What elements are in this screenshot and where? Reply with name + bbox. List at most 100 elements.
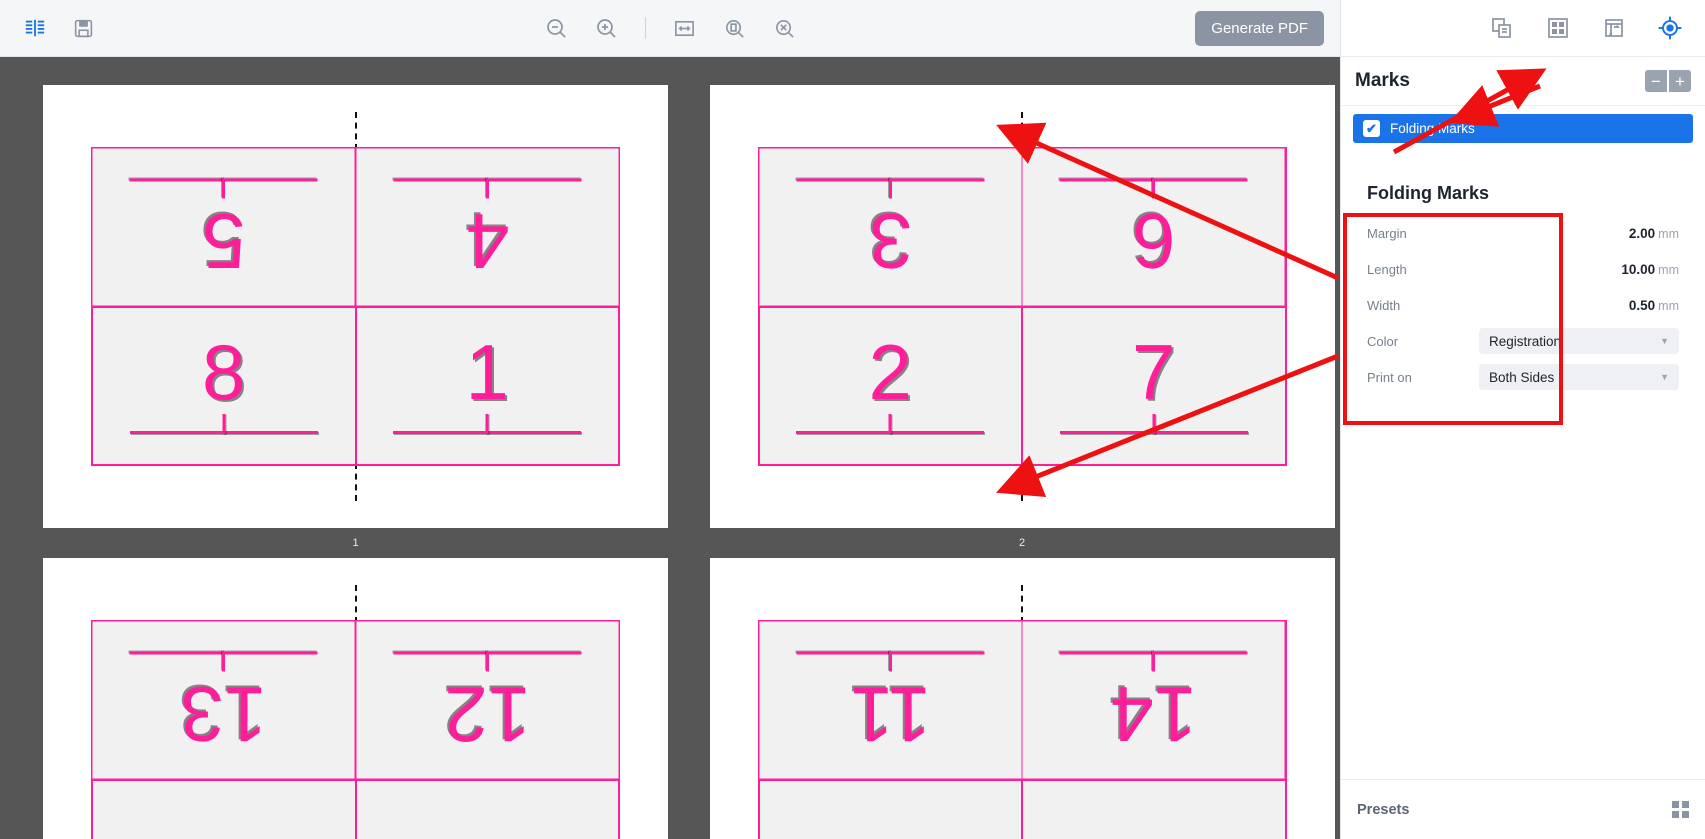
width-value: 0.50 xyxy=(1628,297,1656,313)
print-on-select-value: Both Sides xyxy=(1489,369,1555,385)
tab-marks[interactable] xyxy=(1653,11,1687,45)
zoom-out-icon[interactable] xyxy=(539,11,573,45)
imposition-cell[interactable] xyxy=(759,780,1021,839)
zoom-reset-icon[interactable] xyxy=(768,11,802,45)
toolbar-right-group: Generate PDF xyxy=(1195,10,1340,46)
fit-page-icon[interactable] xyxy=(718,11,752,45)
presets-bar[interactable]: Presets xyxy=(1341,779,1705,839)
marks-list: ✔ Folding Marks xyxy=(1341,106,1705,143)
property-row-margin: Margin 2.00 mm xyxy=(1367,218,1679,248)
page-title: Marks xyxy=(1355,70,1410,91)
sheet[interactable]: 3 6 2 7 xyxy=(709,85,1335,528)
marks-panel-header: Marks − + xyxy=(1341,57,1705,106)
sheet[interactable]: 5 4 8 1 xyxy=(43,85,668,528)
page-number-artwork: 3 xyxy=(868,197,912,286)
property-label-width: Width xyxy=(1367,297,1401,313)
generate-pdf-button[interactable]: Generate PDF xyxy=(1195,10,1324,46)
property-value-margin[interactable]: 2.00 mm xyxy=(1629,226,1679,241)
artwork-tick xyxy=(888,179,892,199)
imposition-cell[interactable]: 11 xyxy=(759,622,1021,779)
page-number-artwork: 14 xyxy=(1110,670,1198,759)
imposition-cells: 5 4 8 1 xyxy=(91,147,620,466)
property-label-margin: Margin xyxy=(1367,225,1407,241)
margin-value: 2.00 xyxy=(1628,225,1656,241)
sheet-wrapper: 5 4 8 1 1 xyxy=(28,85,683,558)
imposition-canvas[interactable]: 5 4 8 1 1 3 6 2 7 2 13 12 11 14 xyxy=(0,57,1340,839)
artwork-tick xyxy=(1152,179,1156,199)
property-row-width: Width 0.50 mm xyxy=(1367,290,1679,320)
print-on-select[interactable]: Both Sides ▼ xyxy=(1479,364,1679,390)
folding-mark-top xyxy=(354,112,357,150)
right-panel: Marks − + ✔ Folding Marks Folding Marks … xyxy=(1340,0,1705,839)
property-label-print-on: Print on xyxy=(1367,369,1412,385)
page-number-artwork: 6 xyxy=(1132,197,1176,286)
artwork-tick xyxy=(485,179,489,199)
folding-mark-bottom xyxy=(1021,463,1023,501)
tab-sheet[interactable] xyxy=(1597,11,1631,45)
add-mark-button[interactable]: + xyxy=(1669,70,1691,92)
page-number-artwork: 13 xyxy=(180,670,268,759)
imposition-cells: 11 14 xyxy=(757,620,1287,839)
property-label-color: Color xyxy=(1367,333,1399,349)
page-number-artwork: 2 xyxy=(868,327,912,416)
sheet-label: 2 xyxy=(1018,537,1026,549)
list-item-label: Folding Marks xyxy=(1390,121,1475,136)
imposition-cell[interactable]: 6 xyxy=(1023,149,1285,306)
artwork-tick xyxy=(222,652,226,672)
save-icon[interactable] xyxy=(66,11,100,45)
property-row-color: Color Registration ▼ xyxy=(1367,326,1679,356)
imposition-cell[interactable] xyxy=(93,780,355,839)
sheet-wrapper: 11 14 xyxy=(709,558,1335,839)
sheet-grid: 5 4 8 1 1 3 6 2 7 2 13 12 11 14 xyxy=(0,85,1340,839)
imposition-cell[interactable]: 8 xyxy=(93,307,355,464)
imposition-cell[interactable]: 5 xyxy=(93,149,355,306)
property-label-length: Length xyxy=(1367,261,1407,277)
panel-toggle-icon[interactable] xyxy=(18,11,52,45)
marks-head-buttons: − + xyxy=(1645,70,1691,92)
imposition-cell[interactable]: 4 xyxy=(356,149,618,306)
tab-documents[interactable] xyxy=(1485,11,1519,45)
sheet[interactable]: 13 12 xyxy=(43,558,668,839)
sheet-wrapper: 3 6 2 7 2 xyxy=(709,85,1335,558)
imposition-cell[interactable]: 1 xyxy=(356,307,618,464)
page-number-artwork: 5 xyxy=(202,197,246,286)
color-select-value: Registration xyxy=(1489,333,1562,349)
artwork-tick xyxy=(485,652,489,672)
property-value-width[interactable]: 0.50 mm xyxy=(1629,298,1679,313)
imposition-cell[interactable]: 14 xyxy=(1023,622,1285,779)
folding-mark-bottom xyxy=(354,463,357,501)
tab-layout[interactable] xyxy=(1541,11,1575,45)
property-value-length[interactable]: 10.00 mm xyxy=(1621,262,1679,277)
artwork-tick xyxy=(485,414,489,434)
color-select[interactable]: Registration ▼ xyxy=(1479,328,1679,354)
artwork-tick xyxy=(222,179,226,199)
sheet[interactable]: 11 14 xyxy=(709,558,1335,839)
artwork-tick xyxy=(1152,414,1156,434)
imposition-cell[interactable]: 2 xyxy=(759,307,1021,464)
sheet-label: 1 xyxy=(352,537,359,549)
width-unit: mm xyxy=(1658,298,1679,313)
zoom-in-icon[interactable] xyxy=(589,11,623,45)
imposition-cell[interactable]: 3 xyxy=(759,149,1021,306)
grid-icon[interactable] xyxy=(1672,801,1689,818)
chevron-down-icon: ▼ xyxy=(1660,336,1669,346)
imposition-cell[interactable] xyxy=(1023,780,1285,839)
folding-mark-top xyxy=(1021,585,1023,623)
artwork-tick xyxy=(1152,652,1156,672)
page-number-artwork: 4 xyxy=(465,197,509,286)
imposition-cell[interactable]: 7 xyxy=(1023,307,1285,464)
page-number-artwork: 1 xyxy=(465,327,509,416)
list-item-folding-marks[interactable]: ✔ Folding Marks xyxy=(1353,114,1693,143)
folding-mark-top xyxy=(354,585,357,623)
imposition-cell[interactable] xyxy=(356,780,618,839)
margin-unit: mm xyxy=(1658,226,1679,241)
remove-mark-button[interactable]: − xyxy=(1645,70,1667,92)
imposition-cell[interactable]: 12 xyxy=(356,622,618,779)
imposition-cell[interactable]: 13 xyxy=(93,622,355,779)
panel-tab-bar xyxy=(1341,0,1705,57)
length-value: 10.00 xyxy=(1621,261,1656,277)
toolbar-divider xyxy=(644,17,646,39)
presets-label: Presets xyxy=(1357,801,1410,818)
checkbox-icon[interactable]: ✔ xyxy=(1363,120,1380,137)
fit-width-icon[interactable] xyxy=(668,11,702,45)
